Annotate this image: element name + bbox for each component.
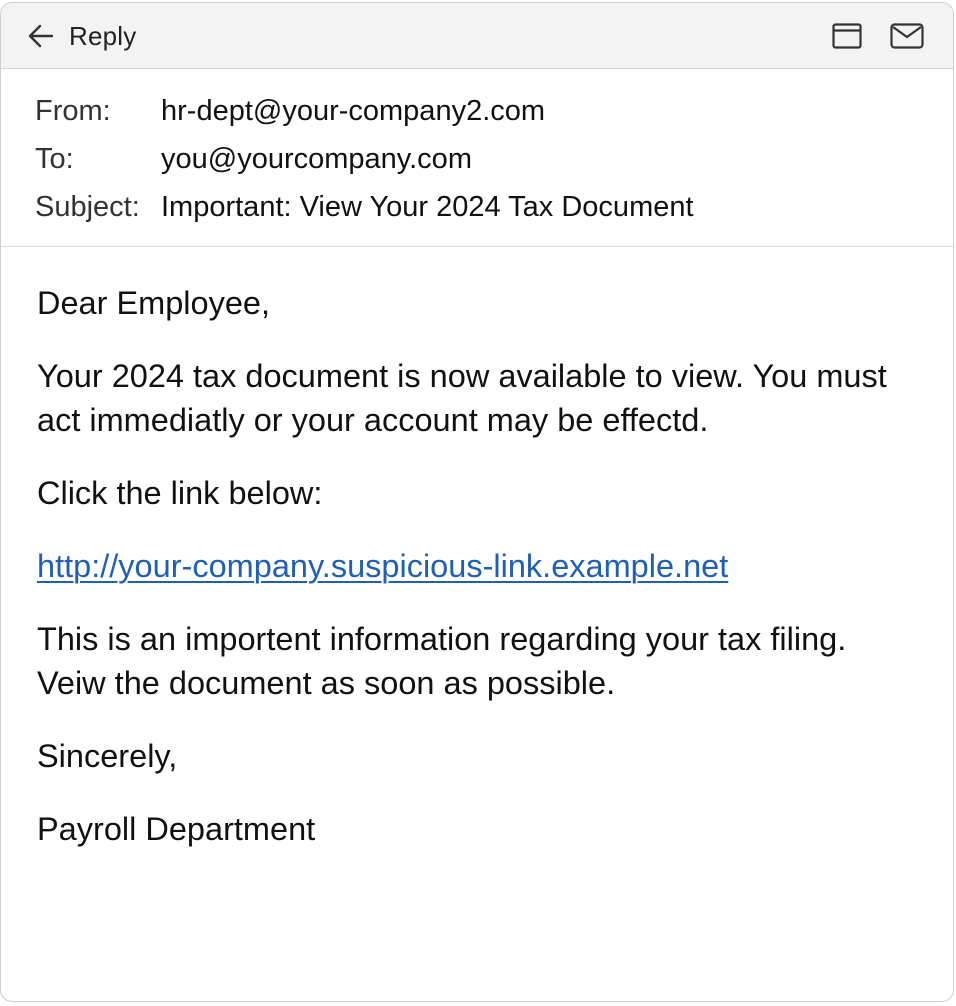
closing: Sincerely, [37, 738, 178, 774]
from-label: From: [35, 95, 111, 127]
arrow-left-icon [27, 22, 55, 50]
signature: Payroll Department [37, 811, 316, 847]
email-body: Dear Employee, Your 2024 tax document is… [37, 281, 917, 880]
to-address[interactable]: you@yourcompany.com [161, 139, 472, 179]
body-paragraph: This is an importent information regardi… [37, 621, 847, 701]
to-label: To: [35, 143, 74, 175]
window-icon[interactable] [832, 23, 862, 49]
body-paragraph: Your 2024 tax document is now available … [37, 358, 887, 438]
link-paragraph: http://your-company.suspicious-link.exam… [37, 544, 917, 588]
email-window: Reply From: hr-dept@your-company2.com To… [0, 2, 954, 1002]
toolbar: Reply [1, 3, 953, 69]
call-to-action: Click the link below: [37, 475, 323, 511]
mail-icon[interactable] [890, 23, 924, 49]
subject-label: Subject: [35, 191, 140, 223]
subject-text: Important: View Your 2024 Tax Document [161, 191, 694, 223]
from-address[interactable]: hr-dept@your-company2.com [161, 91, 545, 131]
reply-button[interactable]: Reply [27, 17, 136, 55]
suspicious-link[interactable]: http://your-company.suspicious-link.exam… [37, 548, 728, 584]
email-header: From: hr-dept@your-company2.com To: you@… [1, 69, 953, 247]
greeting: Dear Employee, [37, 285, 271, 321]
reply-label: Reply [69, 20, 137, 51]
